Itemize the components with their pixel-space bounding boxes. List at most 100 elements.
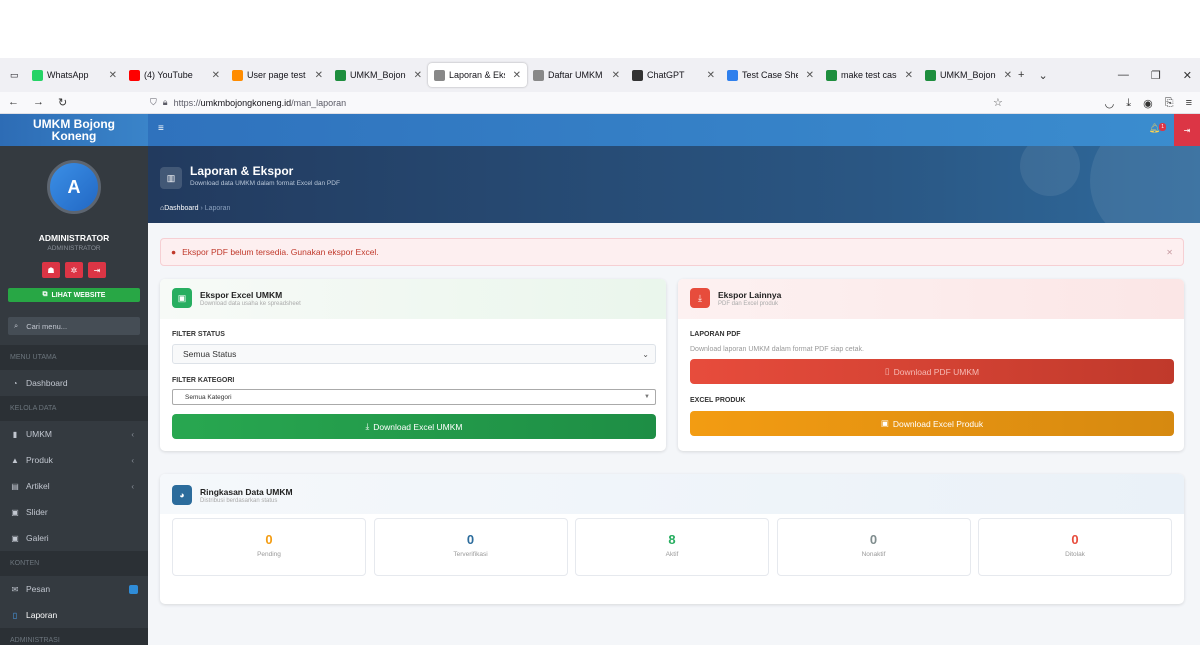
- browser-tab[interactable]: ChatGPT ✕: [626, 63, 721, 87]
- tab-favicon-icon: [32, 69, 43, 81]
- browser-tab[interactable]: make test case both ✕: [820, 63, 919, 87]
- other-export-card: ⤓ Ekspor Lainnya PDF dan Excel produk LA…: [678, 279, 1184, 451]
- menu-icon[interactable]: ≡: [1186, 97, 1192, 109]
- pdf-description: Download laporan UMKM dalam format PDF s…: [690, 346, 864, 353]
- summary-card-title: Ringkasan Data UMKM: [200, 487, 293, 497]
- sidebar-item-galeri[interactable]: ▣ Galeri: [0, 525, 148, 551]
- alert-close-icon[interactable]: ✕: [1166, 248, 1173, 257]
- view-website-button[interactable]: ⧉ LIHAT WEBSITE: [8, 288, 140, 302]
- tab-favicon-icon: [632, 69, 643, 81]
- tab-close-icon[interactable]: ✕: [806, 70, 814, 81]
- filter-status-select[interactable]: Semua Status ⌄: [172, 344, 656, 364]
- alert-text: Ekspor PDF belum tersedia. Gunakan ekspo…: [182, 247, 379, 257]
- close-window-icon[interactable]: ✕: [1183, 69, 1192, 82]
- view-website-label: LIHAT WEBSITE: [51, 291, 106, 299]
- reload-icon[interactable]: ↻: [58, 96, 67, 109]
- browser-tab[interactable]: Laporan & Ekspor - ✕: [428, 63, 527, 87]
- chevron-down-icon: ⌄: [642, 349, 649, 359]
- browser-tab[interactable]: Daftar UMKM — UI ✕: [527, 63, 626, 87]
- file-excel-icon: ▣: [172, 288, 192, 308]
- download-excel-produk-button[interactable]: ▣ Download Excel Produk: [690, 411, 1174, 436]
- bookmark-star-icon[interactable]: ☆: [993, 96, 1003, 109]
- stat-label: Aktif: [665, 551, 679, 558]
- tab-close-icon[interactable]: ✕: [414, 70, 422, 81]
- shield-icon: ⛉: [150, 97, 157, 107]
- tab-close-icon[interactable]: ✕: [707, 70, 715, 81]
- forward-icon[interactable]: →: [33, 96, 44, 109]
- tab-favicon-icon: [533, 69, 544, 81]
- new-tab-icon[interactable]: +: [1018, 69, 1024, 81]
- download-excel-umkm-button[interactable]: ⤓ Download Excel UMKM: [172, 414, 656, 439]
- browser-tab[interactable]: WhatsApp ✕: [26, 63, 123, 87]
- tab-close-icon[interactable]: ✕: [212, 70, 220, 81]
- logout-top-button[interactable]: ⇥: [1174, 114, 1200, 146]
- sidebar-item-laporan[interactable]: ▯ Laporan: [0, 602, 148, 628]
- account-icon[interactable]: ◉: [1143, 97, 1153, 110]
- sidebar-item-dashboard[interactable]: ◔ Dashboard: [0, 370, 148, 396]
- users-button[interactable]: ☗: [42, 262, 60, 278]
- url-domain: umkmbojongkoneng.id: [200, 97, 292, 108]
- sidebar-item-pesan[interactable]: ✉ Pesan: [0, 576, 148, 602]
- settings-button[interactable]: ✲: [65, 262, 83, 278]
- stat-label: Pending: [257, 551, 281, 558]
- nav-header-main: MENU UTAMA: [0, 345, 148, 370]
- browser-tab[interactable]: (4) YouTube ✕: [123, 63, 226, 87]
- tab-close-icon[interactable]: ✕: [513, 70, 521, 81]
- excel-card-title: Ekspor Excel UMKM: [200, 290, 283, 300]
- browser-tab[interactable]: UMKM_Bojong_Kor ✕: [919, 63, 1018, 87]
- browser-tab[interactable]: UMKM_Bojong_Kor ✕: [329, 63, 428, 87]
- menu-search-input[interactable]: ⌕ Cari menu...: [8, 317, 140, 335]
- tab-favicon-icon: [826, 69, 837, 81]
- user-name: ADMINISTRATOR: [38, 233, 110, 243]
- stat-box: 0 Pending: [172, 518, 366, 576]
- tab-close-icon[interactable]: ✕: [905, 70, 913, 81]
- hamburger-icon[interactable]: ≡: [158, 123, 164, 134]
- brand-line2: Koneng: [51, 129, 97, 143]
- summary-card-subtitle: Distribusi berdasarkan status: [200, 498, 278, 504]
- tab-close-icon[interactable]: ✕: [109, 70, 117, 81]
- store-icon: ▮: [12, 429, 18, 439]
- breadcrumb-home[interactable]: Dashboard: [164, 205, 198, 212]
- tab-label: UMKM_Bojong_Kor: [940, 70, 996, 80]
- alert-danger: ● Ekspor PDF belum tersedia. Gunakan eks…: [160, 238, 1184, 266]
- tab-close-icon[interactable]: ✕: [612, 70, 620, 81]
- tab-favicon-icon: [434, 69, 445, 81]
- stat-label: Terverifikasi: [453, 551, 488, 558]
- sidebar-item-produk[interactable]: ▲ Produk ‹: [0, 447, 148, 473]
- address-field[interactable]: ⛉ 🔒︎ https://umkmbojongkoneng.id/man_lap…: [150, 97, 346, 108]
- download-icon[interactable]: ⤓: [1126, 97, 1131, 110]
- nav-header-konten: KONTEN: [0, 551, 148, 576]
- download-pdf-umkm-button[interactable]: ▯ Download PDF UMKM: [690, 359, 1174, 384]
- brand-logo[interactable]: UMKM Bojong Koneng: [0, 114, 148, 146]
- tab-label: User page test case: [247, 70, 307, 80]
- download-excel-produk-label: Download Excel Produk: [892, 418, 984, 429]
- tab-label: WhatsApp: [47, 70, 89, 80]
- other-card-header: ⤓ Ekspor Lainnya PDF dan Excel produk: [678, 279, 1184, 319]
- download-icon: ⤓: [690, 288, 710, 308]
- tab-overflow-icon[interactable]: ⌄: [1038, 69, 1047, 82]
- sidebar-item-slider[interactable]: ▣ Slider: [0, 499, 148, 525]
- sidebar-item-umkm[interactable]: ▮ UMKM ‹: [0, 421, 148, 447]
- newspaper-icon: ▤: [11, 481, 19, 491]
- extensions-icon[interactable]: ⎘: [1165, 97, 1174, 110]
- tab-list-icon[interactable]: ▭: [4, 63, 26, 87]
- tab-close-icon[interactable]: ✕: [1004, 70, 1012, 81]
- browser-tab[interactable]: Test Case Sheet for ✕: [721, 63, 820, 87]
- back-icon[interactable]: ←: [8, 96, 19, 109]
- filter-kategori-select[interactable]: Semua Kategori ▼: [172, 389, 656, 405]
- menu-search-placeholder: Cari menu...: [26, 321, 68, 331]
- excel-card-header: ▣ Ekspor Excel UMKM Download data usaha …: [160, 279, 666, 319]
- logout-icon: ⇥: [93, 265, 101, 275]
- stat-value: 0: [265, 532, 273, 547]
- tab-favicon-icon: [232, 69, 243, 81]
- minimize-icon[interactable]: —: [1118, 69, 1129, 81]
- browser-tab[interactable]: User page test case ✕: [226, 63, 329, 87]
- tab-close-icon[interactable]: ✕: [315, 70, 323, 81]
- sidebar-item-artikel[interactable]: ▤ Artikel ‹: [0, 473, 148, 499]
- breadcrumb: ⌂Dashboard › Laporan: [160, 205, 231, 212]
- restore-icon[interactable]: ❐: [1151, 69, 1161, 82]
- pocket-icon[interactable]: ◡: [1105, 97, 1115, 110]
- chart-bar-icon: ▥: [160, 167, 182, 189]
- logout-button[interactable]: ⇥: [88, 262, 106, 278]
- dashboard-icon: ◔: [12, 378, 18, 388]
